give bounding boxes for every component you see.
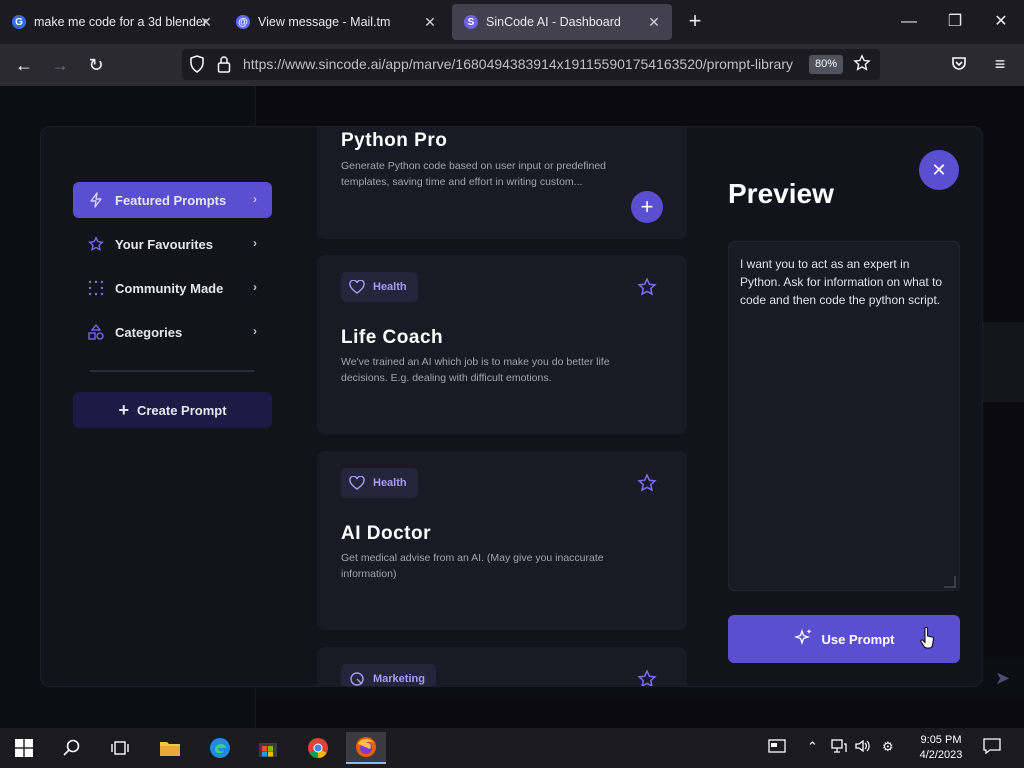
prompt-card-description: Get medical advise from an AI. (May give…	[341, 552, 604, 580]
prompt-card[interactable]: Python Pro Generate Python code based on…	[317, 127, 687, 239]
resize-handle-icon[interactable]	[944, 576, 956, 588]
hand-cursor-icon	[920, 627, 934, 649]
bookmark-star-icon[interactable]	[852, 54, 872, 74]
back-icon[interactable]: ←	[11, 52, 37, 78]
browser-tab-title: View message - Mail.tm	[258, 15, 391, 29]
new-tab-icon[interactable]: +	[684, 10, 706, 32]
favourite-star-icon[interactable]	[637, 669, 657, 686]
task-view-icon[interactable]	[100, 732, 140, 764]
system-clock[interactable]: 9:05 PM 4/2/2023	[910, 733, 972, 763]
sincode-icon: S	[464, 15, 478, 29]
favourite-star-icon[interactable]	[637, 277, 657, 297]
prompt-card[interactable]: Health Life Coach We've trained an AI wh…	[317, 255, 687, 434]
restore-icon[interactable]: ❐	[940, 8, 970, 36]
heart-icon	[349, 279, 365, 295]
target-icon	[349, 671, 365, 686]
search-icon[interactable]	[52, 732, 92, 764]
clock-time: 9:05 PM	[920, 734, 962, 746]
close-tab-icon[interactable]: ✕	[422, 14, 438, 30]
prompt-card-description: Generate Python code based on user input…	[341, 160, 607, 188]
browser-tab-title: SinCode AI - Dashboard	[486, 15, 621, 29]
menu-icon[interactable]: ≡	[988, 54, 1012, 78]
browser-tab-bar: G make me code for a 3d blender ✕ @ View…	[0, 0, 1024, 44]
favourite-star-icon[interactable]	[637, 473, 657, 493]
file-explorer-icon[interactable]	[150, 732, 190, 764]
category-tag-label: Marketing	[373, 673, 425, 685]
add-prompt-button[interactable]: +	[631, 191, 663, 223]
edge-icon[interactable]	[200, 732, 240, 764]
close-modal-button[interactable]: ✕	[919, 150, 959, 190]
use-prompt-label: Use Prompt	[821, 631, 895, 647]
prompt-card-title: Life Coach	[341, 327, 444, 348]
settings-gear-icon[interactable]: ⚙	[882, 739, 894, 755]
close-tab-icon[interactable]: ✕	[198, 14, 214, 30]
prompt-card[interactable]: Marketing	[317, 647, 687, 686]
url-bar[interactable]: https://www.sincode.ai/app/marve/1680494…	[182, 49, 880, 80]
windows-taskbar: ⌃ ⚙ 9:05 PM 4/2/2023	[0, 728, 1024, 768]
minimize-icon[interactable]: —	[894, 8, 924, 36]
browser-tab[interactable]: G make me code for a 3d blender ✕	[0, 4, 224, 40]
mail-icon: @	[236, 15, 250, 29]
browser-tab[interactable]: @ View message - Mail.tm ✕	[224, 4, 448, 40]
prompt-card[interactable]: Health AI Doctor Get medical advise from…	[317, 451, 687, 630]
prompt-card-description: We've trained an AI which job is to make…	[341, 356, 610, 384]
microsoft-store-icon[interactable]	[248, 732, 288, 764]
sparkle-icon	[793, 628, 814, 651]
pocket-icon[interactable]	[947, 54, 971, 78]
category-tag: Health	[341, 272, 418, 302]
reload-icon[interactable]: ↻	[83, 52, 109, 78]
action-center-icon[interactable]	[983, 737, 1001, 758]
chrome-icon[interactable]	[298, 732, 338, 764]
prompt-card-title: AI Doctor	[341, 523, 431, 544]
category-tag: Health	[341, 468, 418, 498]
category-tag: Marketing	[341, 664, 436, 686]
category-tag-label: Health	[373, 477, 407, 489]
close-window-icon[interactable]: ✕	[986, 8, 1016, 36]
browser-tab-active[interactable]: S SinCode AI - Dashboard ✕	[452, 4, 672, 40]
clock-date: 4/2/2023	[919, 749, 963, 761]
lock-icon[interactable]	[216, 55, 232, 73]
forward-icon[interactable]: →	[47, 52, 73, 78]
close-tab-icon[interactable]: ✕	[646, 14, 662, 30]
zoom-level-badge[interactable]: 80%	[809, 55, 843, 74]
network-icon[interactable]	[831, 739, 847, 756]
chevron-up-icon[interactable]: ⌃	[807, 739, 818, 755]
heart-icon	[349, 475, 365, 491]
url-text[interactable]: https://www.sincode.ai/app/marve/1680494…	[243, 56, 797, 72]
category-tag-label: Health	[373, 281, 407, 293]
shield-icon[interactable]	[188, 55, 206, 73]
prompt-card-title: Python Pro	[341, 130, 448, 151]
preview-title: Preview	[728, 178, 834, 209]
firefox-icon[interactable]	[346, 732, 386, 764]
windows-start-icon[interactable]	[4, 732, 44, 764]
browser-tab-title: make me code for a 3d blender	[34, 15, 208, 29]
volume-icon[interactable]	[855, 739, 871, 756]
preview-textarea[interactable]: I want you to act as an expert in Python…	[728, 241, 960, 591]
google-icon: G	[12, 15, 26, 29]
notifications-widget-icon[interactable]	[768, 739, 786, 756]
